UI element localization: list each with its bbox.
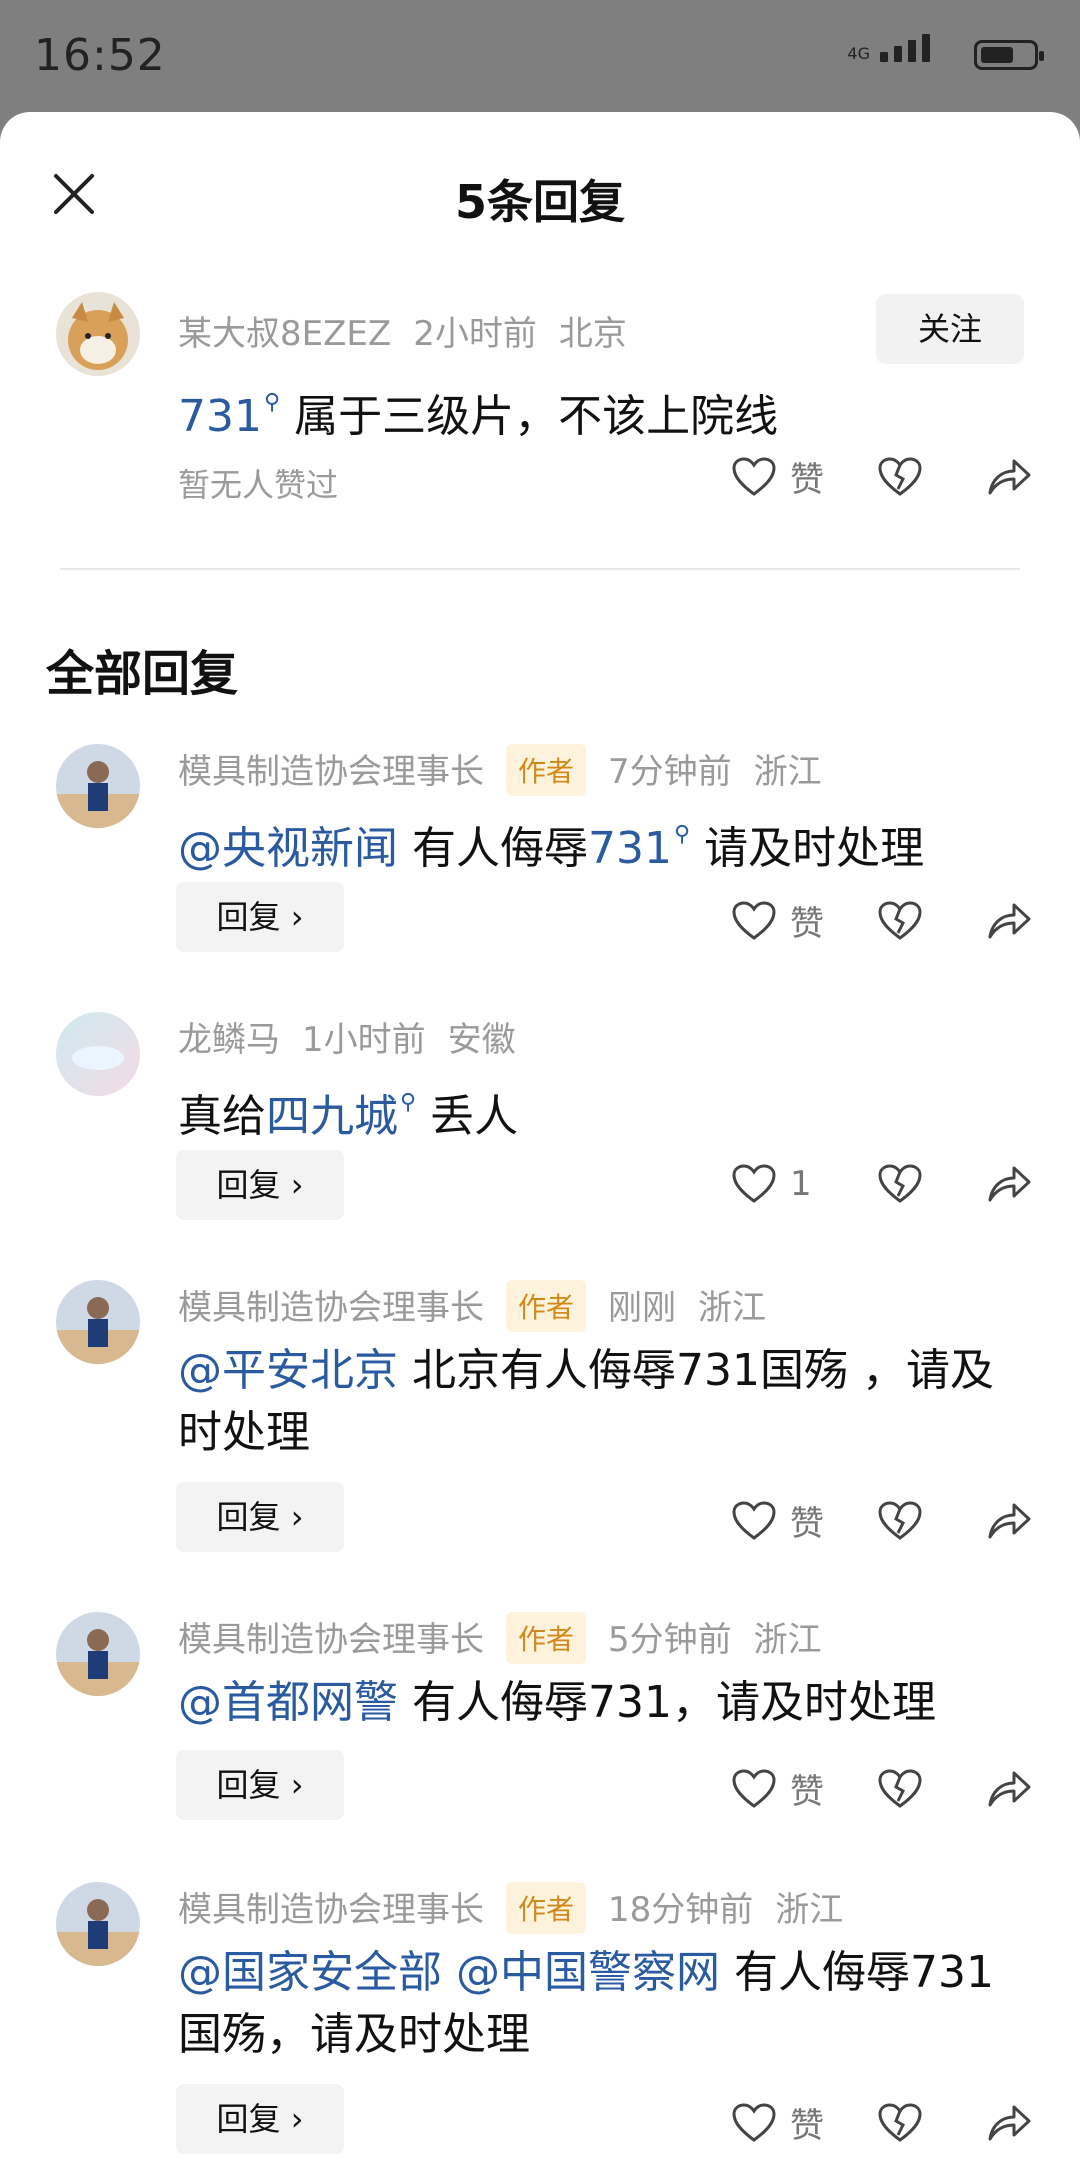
heart-icon — [732, 2102, 776, 2142]
reply-location: 浙江 — [753, 752, 822, 792]
comment-content: 731⚲ 属于三级片，不该上院线 — [178, 390, 779, 442]
reply-content: 真给四九城⚲ 丢人 — [178, 1090, 519, 1142]
comment-location: 北京 — [558, 314, 627, 354]
reply-button[interactable]: 回复 › — [176, 1482, 344, 1552]
status-bar: 16:52 4G — [0, 0, 1080, 112]
reply-content: @平安北京 北京有人侮辱731国殇 ，请及时处理 — [178, 1345, 994, 1458]
reply-actions: 赞 — [732, 2098, 1032, 2147]
reply-meta: 模具制造协会理事长 作者 18分钟前 浙江 — [178, 1882, 865, 1934]
reply-time: 1小时前 — [302, 1020, 426, 1060]
topic-link[interactable]: 731⚲ — [178, 390, 281, 442]
reply-meta: 龙鳞马 1小时前 安徽 — [178, 1012, 538, 1061]
username[interactable]: 模具制造协会理事长 — [178, 752, 484, 792]
heart-icon — [732, 1768, 776, 1808]
search-icon: ⚲ — [400, 1090, 417, 1115]
search-icon: ⚲ — [673, 822, 691, 847]
dislike-icon[interactable] — [878, 1164, 922, 1204]
username[interactable]: 某大叔8EZEZ — [178, 314, 391, 354]
reply-location: 安徽 — [447, 1020, 516, 1060]
like-button[interactable]: 1 — [732, 1164, 830, 1204]
reply-meta: 模具制造协会理事长 作者 7分钟前 浙江 — [178, 744, 844, 796]
reply-meta: 模具制造协会理事长 作者 刚刚 浙江 — [178, 1280, 788, 1332]
comment-time: 2小时前 — [413, 314, 537, 354]
page-title: 5条回复 — [454, 175, 625, 229]
like-button[interactable]: 赞 — [732, 896, 830, 945]
avatar[interactable] — [56, 1612, 140, 1696]
signal-icon: 4G — [847, 34, 930, 62]
battery-icon — [974, 40, 1044, 70]
replies-sheet: 5条回复 某大叔8EZEZ 2小时前 北京 关注 731⚲ 属于三级片，不该上院线 … — [0, 112, 1080, 2160]
reply-location: 浙江 — [775, 1890, 844, 1930]
reply-actions: 赞 — [732, 1764, 1032, 1813]
like-button[interactable]: 赞 — [732, 1764, 830, 1813]
author-badge: 作者 — [506, 1882, 587, 1934]
reply-button[interactable]: 回复 › — [176, 882, 344, 952]
avatar[interactable] — [56, 292, 140, 376]
mention-link[interactable]: @首都网警 — [178, 1677, 398, 1728]
comment-actions: 赞 — [732, 452, 1032, 501]
dislike-icon[interactable] — [878, 2102, 922, 2143]
heart-icon — [732, 1500, 776, 1540]
reply-actions: 赞 — [732, 1496, 1032, 1545]
username[interactable]: 模具制造协会理事长 — [178, 1288, 484, 1328]
mention-link[interactable]: @国家安全部 — [178, 1947, 442, 1998]
divider — [60, 568, 1020, 570]
avatar[interactable] — [56, 1280, 140, 1364]
heart-icon — [732, 456, 776, 496]
reply-content: @国家安全部 @中国警察网 有人侮辱731国殇，请及时处理 — [178, 1947, 994, 2060]
username[interactable]: 龙鳞马 — [178, 1020, 280, 1060]
topic-link[interactable]: 731⚲ — [588, 822, 691, 874]
sheet-header: 5条回复 — [0, 112, 1080, 272]
network-type: 4G — [847, 44, 870, 63]
author-badge: 作者 — [506, 1280, 587, 1332]
like-button[interactable]: 赞 — [732, 2098, 830, 2147]
mention-link[interactable]: @平安北京 — [178, 1345, 398, 1396]
reply-meta: 模具制造协会理事长 作者 5分钟前 浙江 — [178, 1612, 844, 1664]
reply-time: 5分钟前 — [608, 1620, 732, 1660]
author-badge: 作者 — [506, 1612, 587, 1664]
avatar[interactable] — [56, 1882, 140, 1966]
share-icon[interactable] — [986, 1501, 1032, 1541]
dislike-icon[interactable] — [878, 900, 922, 941]
author-badge: 作者 — [506, 744, 587, 796]
topic-link[interactable]: 四九城⚲ — [266, 1090, 417, 1142]
section-title: 全部回复 — [46, 646, 239, 702]
heart-icon — [732, 1164, 776, 1203]
reply-time: 刚刚 — [608, 1288, 677, 1328]
username[interactable]: 模具制造协会理事长 — [178, 1620, 484, 1660]
like-button[interactable]: 赞 — [732, 1496, 830, 1545]
mention-link-2[interactable]: @中国警察网 — [442, 1947, 720, 1998]
reply-button[interactable]: 回复 › — [176, 1750, 344, 1820]
like-button[interactable]: 赞 — [732, 452, 830, 501]
reply-location: 浙江 — [698, 1288, 767, 1328]
share-icon[interactable] — [986, 1164, 1032, 1204]
reply-time: 18分钟前 — [608, 1890, 754, 1930]
reply-location: 浙江 — [753, 1620, 822, 1660]
follow-button[interactable]: 关注 — [876, 294, 1024, 364]
dislike-icon[interactable] — [878, 1500, 922, 1541]
reply-button[interactable]: 回复 › — [176, 1150, 344, 1220]
avatar[interactable] — [56, 744, 140, 828]
reply-time: 7分钟前 — [608, 752, 732, 792]
share-icon[interactable] — [986, 1769, 1032, 1809]
dislike-icon[interactable] — [878, 1768, 922, 1809]
search-icon: ⚲ — [263, 390, 281, 415]
heart-icon — [732, 900, 776, 940]
share-icon[interactable] — [986, 901, 1032, 941]
no-likes-text: 暂无人赞过 — [178, 466, 339, 504]
reply-content: @首都网警 有人侮辱731，请及时处理 — [178, 1677, 936, 1728]
username[interactable]: 模具制造协会理事长 — [178, 1890, 484, 1930]
share-icon[interactable] — [986, 457, 1032, 497]
mention-link[interactable]: @央视新闻 — [178, 823, 398, 874]
status-time: 16:52 — [34, 30, 166, 81]
share-icon[interactable] — [986, 2103, 1032, 2143]
reply-content: @央视新闻 有人侮辱731⚲ 请及时处理 — [178, 822, 925, 874]
avatar[interactable] — [56, 1012, 140, 1096]
dislike-icon[interactable] — [878, 456, 922, 497]
comment-meta: 某大叔8EZEZ 2小时前 北京 — [178, 306, 649, 355]
reply-actions: 1 — [732, 1164, 1032, 1204]
reply-actions: 赞 — [732, 896, 1032, 945]
reply-button[interactable]: 回复 › — [176, 2084, 344, 2154]
